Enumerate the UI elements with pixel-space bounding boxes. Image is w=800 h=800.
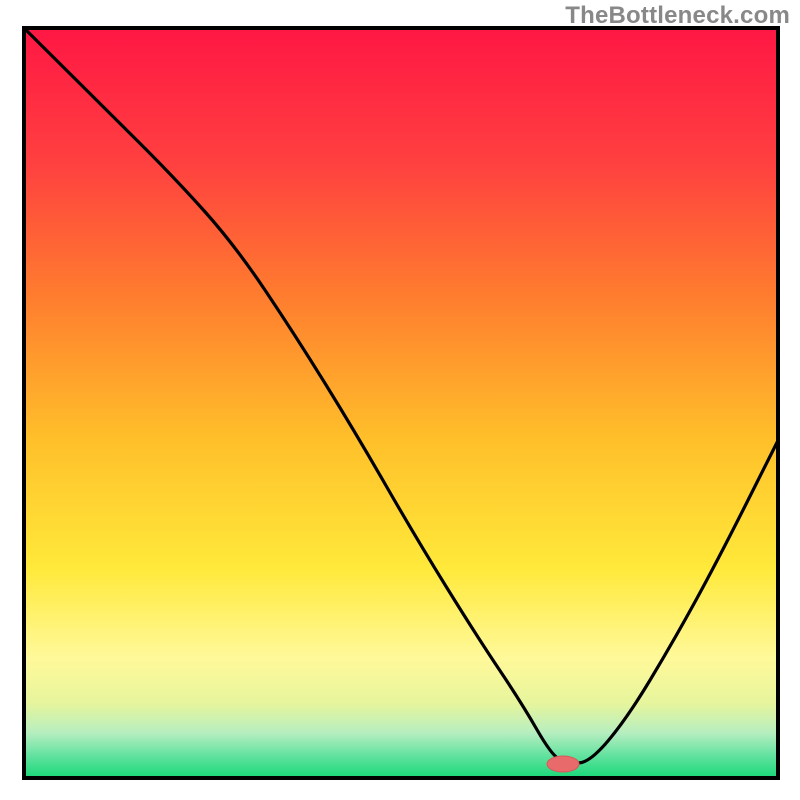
optimal-marker [547, 756, 579, 772]
bottleneck-chart [0, 0, 800, 800]
watermark-text: TheBottleneck.com [565, 2, 790, 30]
chart-container: TheBottleneck.com [0, 0, 800, 800]
